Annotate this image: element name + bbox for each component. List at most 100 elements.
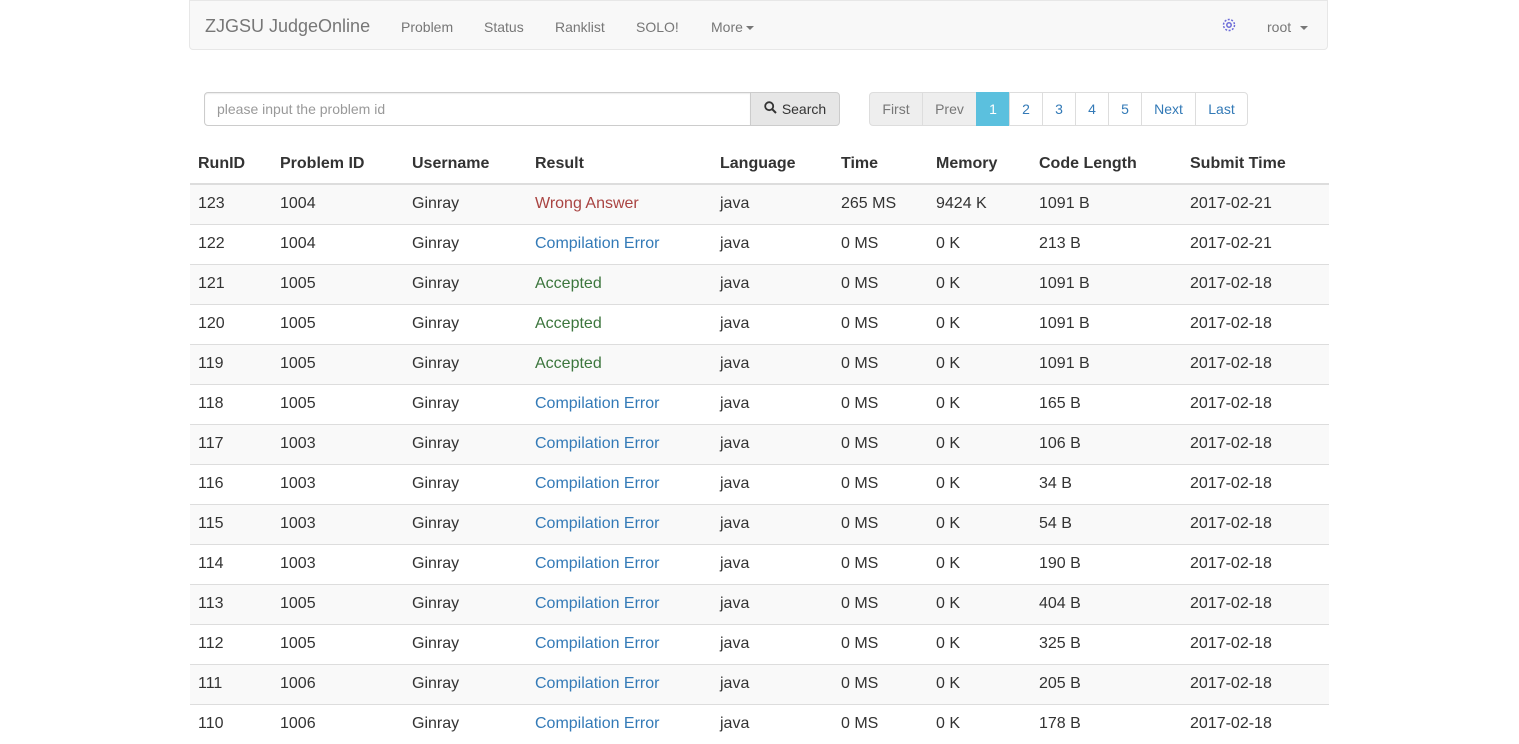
page-5[interactable]: 5 bbox=[1108, 92, 1142, 126]
table-cell: 0 MS bbox=[833, 303, 928, 344]
result-link[interactable]: Accepted bbox=[535, 275, 602, 292]
gear-icon[interactable] bbox=[1220, 16, 1238, 34]
cell-submit-time: 2017-02-18 bbox=[1190, 515, 1272, 532]
cell-language: java bbox=[720, 595, 750, 612]
cell-username: Ginray bbox=[412, 595, 460, 612]
cell-time: 0 MS bbox=[841, 435, 879, 452]
table-cell: 1003 bbox=[272, 463, 404, 504]
table-cell: java bbox=[712, 703, 833, 744]
table-cell: 0 K bbox=[928, 343, 1031, 384]
table-cell: 165 B bbox=[1031, 383, 1182, 424]
result-link[interactable]: Compilation Error bbox=[535, 555, 659, 572]
page-next[interactable]: Next bbox=[1141, 92, 1196, 126]
pagination: First Prev 1 2 3 4 5 Next Last bbox=[869, 92, 1248, 126]
table-cell: 1003 bbox=[272, 543, 404, 584]
cell-language: java bbox=[720, 275, 750, 292]
page-last[interactable]: Last bbox=[1195, 92, 1248, 126]
nav-status[interactable]: Status bbox=[484, 18, 524, 36]
cell-code-length: 404 B bbox=[1039, 595, 1081, 612]
table-row: 116 1003 Ginray Compilation Error java 0 MS 0 … bbox=[190, 463, 1329, 504]
table-cell: 0 K bbox=[928, 583, 1031, 624]
search-input[interactable] bbox=[204, 92, 751, 126]
table-cell: java bbox=[712, 303, 833, 344]
header-memory: Memory bbox=[928, 144, 1031, 185]
table-cell: 0 K bbox=[928, 703, 1031, 744]
cell-submit-time: 2017-02-18 bbox=[1190, 315, 1272, 332]
result-link[interactable]: Wrong Answer bbox=[535, 195, 639, 212]
result-link[interactable]: Compilation Error bbox=[535, 595, 659, 612]
cell-submit-time: 2017-02-18 bbox=[1190, 435, 1272, 452]
table-cell: 119 bbox=[190, 343, 272, 384]
cell-submit-time: 2017-02-21 bbox=[1190, 195, 1272, 213]
search-icon bbox=[764, 101, 777, 117]
page-2[interactable]: 2 bbox=[1009, 92, 1043, 126]
table-cell: 2017-02-18 bbox=[1182, 463, 1329, 504]
table-cell: Ginray bbox=[404, 663, 527, 704]
cell-time: 0 MS bbox=[841, 635, 879, 652]
page-3[interactable]: 3 bbox=[1042, 92, 1076, 126]
result-link[interactable]: Compilation Error bbox=[535, 635, 659, 652]
table-cell: Compilation Error bbox=[527, 383, 712, 424]
cell-memory: 0 K bbox=[936, 235, 961, 252]
cell-submit-time: 2017-02-18 bbox=[1190, 475, 1272, 492]
table-cell: Compilation Error bbox=[527, 583, 712, 624]
result-link[interactable]: Compilation Error bbox=[535, 235, 659, 252]
table-cell: Ginray bbox=[404, 223, 527, 264]
user-menu-dropdown[interactable]: root bbox=[1267, 18, 1309, 36]
search-button[interactable]: Search bbox=[750, 92, 840, 126]
nav-solo[interactable]: SOLO! bbox=[636, 18, 679, 36]
cell-runid: 118 bbox=[198, 395, 224, 412]
result-link[interactable]: Compilation Error bbox=[535, 515, 659, 532]
status-table: RunID Problem ID Username Result Languag… bbox=[190, 144, 1329, 744]
table-cell: 0 K bbox=[928, 463, 1031, 504]
header-runid: RunID bbox=[190, 144, 272, 185]
cell-username: Ginray bbox=[412, 235, 460, 252]
brand-link[interactable]: ZJGSU JudgeOnline bbox=[205, 16, 370, 36]
cell-memory: 0 K bbox=[936, 715, 961, 733]
result-link[interactable]: Compilation Error bbox=[535, 475, 659, 492]
result-link[interactable]: Compilation Error bbox=[535, 435, 659, 452]
table-cell: 121 bbox=[190, 263, 272, 304]
table-cell: Wrong Answer bbox=[527, 183, 712, 224]
result-link[interactable]: Compilation Error bbox=[535, 675, 659, 692]
result-link[interactable]: Accepted bbox=[535, 315, 602, 332]
table-cell: 1005 bbox=[272, 383, 404, 424]
table-row: 114 1003 Ginray Compilation Error java 0 MS 0 … bbox=[190, 543, 1329, 584]
table-cell: 2017-02-18 bbox=[1182, 383, 1329, 424]
result-link[interactable]: Compilation Error bbox=[535, 715, 659, 732]
page-4[interactable]: 4 bbox=[1075, 92, 1109, 126]
cell-language: java bbox=[720, 635, 750, 652]
cell-language: java bbox=[720, 315, 750, 332]
result-link[interactable]: Compilation Error bbox=[535, 395, 659, 412]
cell-memory: 0 K bbox=[936, 595, 961, 612]
table-cell: Compilation Error bbox=[527, 463, 712, 504]
cell-code-length: 325 B bbox=[1039, 635, 1081, 652]
table-cell: 0 K bbox=[928, 423, 1031, 464]
table-cell: Ginray bbox=[404, 303, 527, 344]
cell-runid: 120 bbox=[198, 315, 225, 332]
table-cell: 0 MS bbox=[833, 583, 928, 624]
nav-ranklist[interactable]: Ranklist bbox=[555, 18, 605, 36]
page-first[interactable]: First bbox=[869, 92, 923, 126]
cell-runid: 117 bbox=[198, 435, 224, 452]
table-cell: 1003 bbox=[272, 423, 404, 464]
result-link[interactable]: Accepted bbox=[535, 355, 602, 372]
table-row: 119 1005 Ginray Accepted java 0 MS 0 K 1091 B 20… bbox=[190, 343, 1329, 384]
table-cell: 1006 bbox=[272, 663, 404, 704]
cell-submit-time: 2017-02-18 bbox=[1190, 395, 1272, 412]
nav-more-dropdown[interactable]: More bbox=[711, 18, 754, 36]
page-1[interactable]: 1 bbox=[976, 92, 1010, 126]
caret-down-icon bbox=[1300, 26, 1309, 31]
nav-problem[interactable]: Problem bbox=[401, 18, 453, 36]
cell-username: Ginray bbox=[412, 555, 460, 572]
page-prev[interactable]: Prev bbox=[922, 92, 977, 126]
table-cell: 2017-02-18 bbox=[1182, 543, 1329, 584]
cell-time: 0 MS bbox=[841, 555, 879, 572]
cell-runid: 113 bbox=[198, 595, 224, 612]
table-row: 120 1005 Ginray Accepted java 0 MS 0 K 1091 B 20… bbox=[190, 303, 1329, 344]
cell-code-length: 205 B bbox=[1039, 675, 1081, 692]
cell-memory: 0 K bbox=[936, 435, 961, 452]
table-row: 112 1005 Ginray Compilation Error java 0 MS 0 … bbox=[190, 623, 1329, 664]
cell-code-length: 165 B bbox=[1039, 395, 1081, 412]
table-cell: 2017-02-18 bbox=[1182, 583, 1329, 624]
